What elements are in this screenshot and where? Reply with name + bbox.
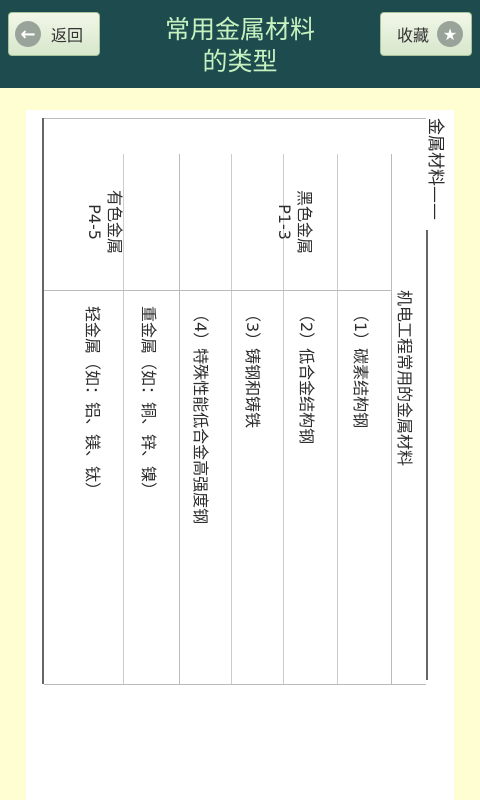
ferrous-name: 黑色金属 bbox=[295, 189, 314, 254]
nonferrous-name: 有色金属 bbox=[105, 189, 124, 254]
table-row: 轻金属（如：铝、镁、钛） bbox=[83, 306, 102, 499]
bottom-rule bbox=[42, 118, 44, 684]
header-divider bbox=[391, 154, 392, 684]
favorite-label: 收藏 bbox=[397, 26, 430, 45]
group-label-ferrous: 黑色金属 P1-3 bbox=[274, 154, 314, 290]
back-button[interactable]: ← 返回 bbox=[8, 12, 100, 56]
table-main-label: 机电工程常用的金属材料 bbox=[395, 290, 414, 467]
table-row: 重金属（如：铜、锌、镍） bbox=[139, 306, 158, 499]
nonferrous-pages: P4-5 bbox=[85, 204, 104, 240]
group-divider bbox=[179, 154, 180, 684]
star-icon: ★ bbox=[437, 21, 464, 47]
table-edge-left bbox=[44, 118, 426, 119]
arrow-left-icon: ← bbox=[15, 21, 41, 47]
table-row: （4）特殊性能低合金高强度钢 bbox=[191, 306, 210, 525]
ferrous-pages: P1-3 bbox=[275, 204, 294, 240]
row-rule bbox=[337, 154, 338, 684]
page-title: 常用金属材料 的类型 bbox=[110, 14, 370, 78]
table-row: （2）低合金结构钢 bbox=[297, 306, 316, 445]
top-rule bbox=[426, 230, 428, 680]
favorite-button[interactable]: 收藏 ★ bbox=[380, 12, 472, 56]
title-bar: ← 返回 常用金属材料 的类型 收藏 ★ bbox=[0, 0, 480, 88]
page-title-line1: 常用金属材料 bbox=[164, 15, 315, 44]
document-image: 金属材料—— 机电工程常用的金属材料 黑色金属 P1-3 有色金属 P4-5 （… bbox=[26, 110, 454, 800]
table-edge-right bbox=[44, 684, 426, 685]
section-heading: 金属材料—— bbox=[425, 118, 445, 220]
row-rule bbox=[231, 154, 232, 684]
table-row: （3）铸钢和铸铁 bbox=[243, 306, 262, 429]
group-label-nonferrous: 有色金属 P4-5 bbox=[84, 154, 124, 290]
back-label: 返回 bbox=[51, 26, 84, 45]
rotated-content: 金属材料—— 机电工程常用的金属材料 黑色金属 P1-3 有色金属 P4-5 （… bbox=[26, 110, 454, 800]
table-row: （1）碳素结构钢 bbox=[351, 306, 370, 429]
label-column-rule bbox=[44, 290, 392, 291]
page-title-line2: 的类型 bbox=[202, 47, 278, 76]
